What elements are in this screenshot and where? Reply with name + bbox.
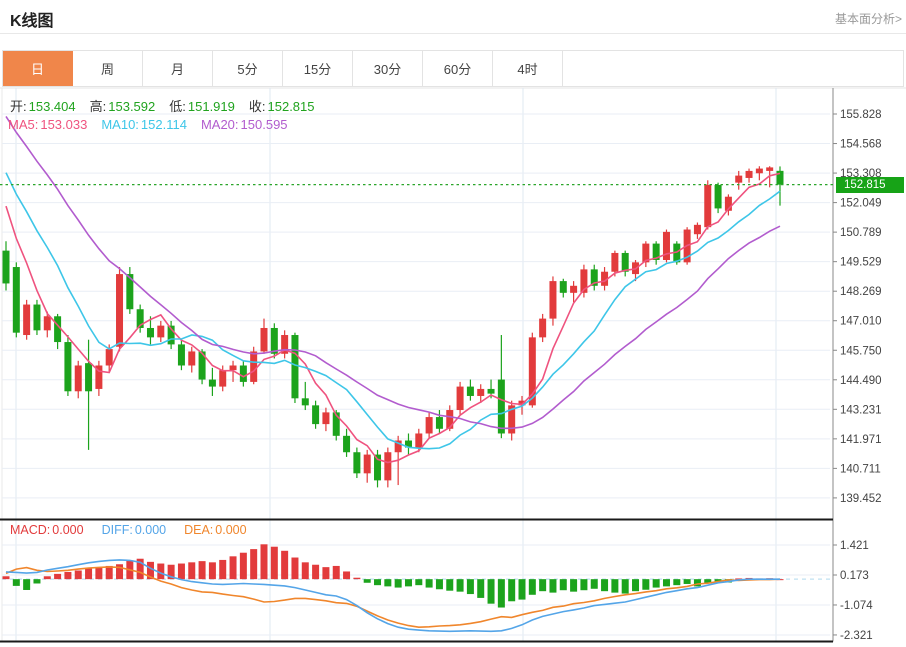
tab-item-1[interactable]: 周 (73, 51, 143, 86)
macd-histogram (3, 544, 784, 607)
ma-readout: MA5:153.033 MA10:152.114 MA20:150.595 (8, 117, 288, 132)
tab-item-3[interactable]: 5分 (213, 51, 283, 86)
axis-tick-label: 141.971 (840, 434, 882, 446)
axis-tick-label: 150.789 (840, 227, 882, 239)
axis-tick-label: 147.010 (840, 316, 882, 328)
readout-pair: MA10:152.114 (101, 117, 187, 132)
ohlc-readout: 开:153.404 高:153.592 低:151.919 收:152.815 (10, 96, 315, 115)
interval-tab-bar: 日周月5分15分30分60分4时 (2, 50, 904, 87)
readout-pair: 开:153.404 (10, 96, 76, 115)
readout-pair: MA5:153.033 (8, 117, 87, 132)
axis-tick-label: 1.421 (840, 540, 869, 552)
axis-tick-label: 155.828 (840, 109, 882, 121)
readout-pair: MACD:0.000 (10, 523, 84, 537)
tab-item-6[interactable]: 60分 (423, 51, 493, 86)
axis-tick-label: 0.173 (840, 570, 869, 582)
axis-tick-label: 140.711 (840, 463, 881, 475)
axis-tick-label: -1.074 (840, 600, 873, 612)
axis-tick-label: -2.321 (840, 630, 873, 642)
readout-pair: 低:151.919 (169, 96, 235, 115)
readout-pair: DIFF:0.000 (102, 523, 167, 537)
axis-tick-label: 148.269 (840, 286, 882, 298)
readout-pair: DEA:0.000 (184, 523, 246, 537)
axis-tick-label: 143.231 (840, 404, 882, 416)
last-price-badge: 152.815 (836, 177, 904, 193)
tab-item-2[interactable]: 月 (143, 51, 213, 86)
ma20-line (6, 116, 780, 428)
readout-pair: MA20:150.595 (201, 117, 288, 132)
tab-item-5[interactable]: 30分 (353, 51, 423, 86)
axis-tick-label: 144.490 (840, 375, 882, 387)
axis-tick-label: 152.049 (840, 198, 882, 210)
readout-pair: 收:152.815 (249, 96, 315, 115)
axis-tick-label: 139.452 (840, 493, 882, 505)
axis-tick-label: 145.750 (840, 345, 882, 357)
readout-pair: 高:153.592 (90, 96, 156, 115)
axis-tick-label: 154.568 (840, 139, 882, 151)
macd-readout: MACD:0.000 DIFF:0.000 DEA:0.000 (10, 523, 247, 537)
fundamental-analysis-link[interactable]: 基本面分析> (835, 10, 902, 27)
title-divider (0, 33, 906, 34)
page-title: K线图 (10, 7, 54, 31)
tab-item-0[interactable]: 日 (3, 51, 73, 86)
axis-tick-label: 149.529 (840, 257, 882, 269)
kline-app: 155.828154.568153.308152.049150.789149.5… (0, 0, 906, 647)
tab-item-7[interactable]: 4时 (493, 51, 563, 86)
tab-item-4[interactable]: 15分 (283, 51, 353, 86)
